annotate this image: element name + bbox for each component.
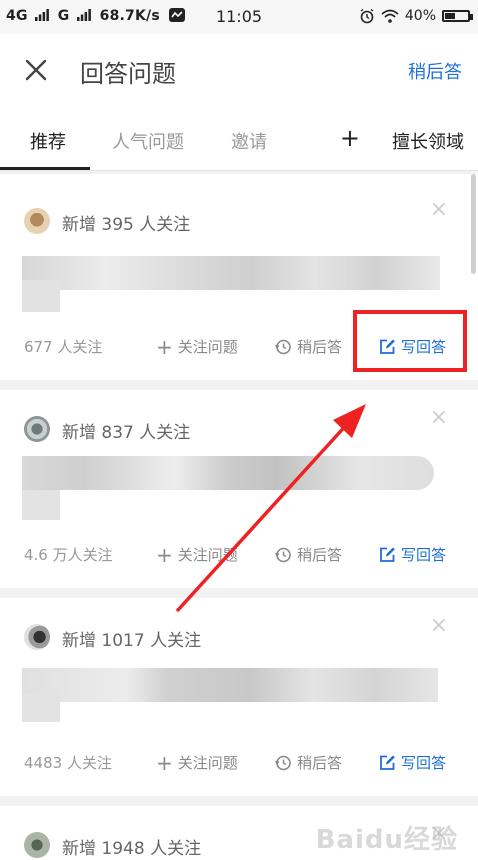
watermark: Baidu经验 [315,825,458,855]
plus-icon[interactable]: + [340,126,360,150]
battery-icon [442,10,473,22]
status-bar: 4G G 68.7K/s 11:05 40% [0,0,478,34]
edit-icon [380,755,395,770]
blurred-question-text [22,668,438,702]
follow-question-button[interactable]: + 关注问题 [156,752,238,773]
blurred-question-text [22,256,440,290]
blurred-question-text [22,456,434,490]
follow-label: 关注问题 [177,754,238,772]
answer-later-button[interactable]: 稍后答 [408,58,462,84]
follower-count: 4483 人关注 [24,754,112,772]
page-header: 回答问题 稍后答 [0,34,478,106]
write-label: 写回答 [401,754,447,772]
alarm-icon [360,8,374,24]
question-card[interactable]: 新增 1017 人关注 × 4483 人关注 + 关注问题 稍后答 写回答 [0,598,478,796]
answer-later-card-button[interactable]: 稍后答 [274,752,342,773]
follow-label: 关注问题 [177,338,238,356]
card-footer: 4.6 万人关注 + 关注问题 稍后答 写回答 [0,534,478,574]
tab-invite[interactable]: 邀请 [231,128,267,154]
write-answer-button[interactable]: 写回答 [378,752,446,773]
plus-icon: + [156,334,173,359]
follow-label: 关注问题 [177,546,238,564]
expertise-button[interactable]: 擅长领域 [392,128,464,154]
question-headline: 新增 837 人关注 [62,423,191,443]
scrollbar[interactable] [471,174,476,274]
tab-recommend[interactable]: 推荐 [30,128,66,154]
follower-count: 677 人关注 [24,338,103,356]
history-icon [274,755,291,770]
follower-count: 4.6 万人关注 [24,546,113,564]
avatar [24,208,50,234]
tab-bar: 推荐 人气问题 邀请 + 擅长领域 [0,106,478,171]
wifi-icon [381,9,399,23]
avatar [24,832,50,858]
blurred-question-text [22,490,60,520]
battery-percent: 40% [404,8,436,24]
question-headline: 新增 395 人关注 [62,215,191,235]
highlight-box [353,310,467,372]
plus-icon: + [156,542,173,567]
follow-question-button[interactable]: + 关注问题 [156,544,238,565]
tab-popular[interactable]: 人气问题 [112,128,184,154]
dismiss-icon[interactable]: × [430,199,448,221]
question-card[interactable]: 新增 837 人关注 × 4.6 万人关注 + 关注问题 稍后答 写回答 [0,390,478,588]
write-answer-button[interactable]: 写回答 [378,544,446,565]
history-icon [274,547,291,562]
dismiss-icon[interactable]: × [430,615,448,637]
avatar [24,416,50,442]
question-headline: 新增 1948 人关注 [62,839,202,859]
close-icon[interactable] [22,56,50,84]
answer-later-card-button[interactable]: 稍后答 [274,544,342,565]
later-label: 稍后答 [297,546,343,564]
later-label: 稍后答 [297,338,343,356]
active-tab-indicator [0,167,90,170]
status-right: 40% [359,8,473,24]
blurred-question-text [22,280,60,312]
plus-icon: + [156,750,173,775]
edit-icon [380,547,395,562]
later-label: 稍后答 [297,754,343,772]
card-footer: 4483 人关注 + 关注问题 稍后答 写回答 [0,742,478,782]
blurred-question-text [22,694,60,722]
avatar [24,624,50,650]
answer-later-card-button[interactable]: 稍后答 [274,336,342,357]
page-title: 回答问题 [80,60,176,88]
question-headline: 新增 1017 人关注 [62,631,202,651]
follow-question-button[interactable]: + 关注问题 [156,336,238,357]
history-icon [274,339,291,354]
write-label: 写回答 [401,546,447,564]
dismiss-icon[interactable]: × [430,407,448,429]
